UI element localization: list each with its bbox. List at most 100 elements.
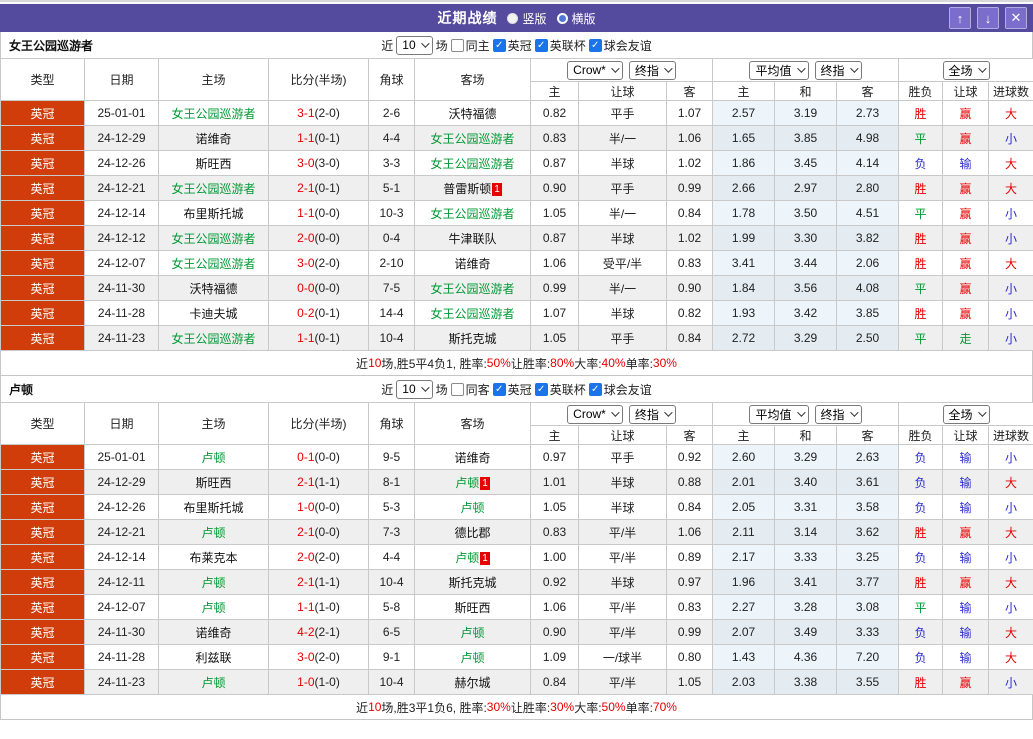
- home-team-cell[interactable]: 女王公园巡游者: [158, 250, 269, 276]
- away-team-cell[interactable]: 牛津联队: [414, 225, 531, 251]
- home-team-cell[interactable]: 卢顿: [158, 594, 269, 620]
- home-team-cell[interactable]: 诺维奇: [158, 619, 269, 645]
- team-name[interactable]: 布里斯托城: [183, 501, 243, 515]
- team-name[interactable]: 卡迪夫城: [189, 307, 237, 321]
- home-team-cell[interactable]: 诺维奇: [158, 125, 269, 151]
- away-team-cell[interactable]: 女王公园巡游者: [414, 275, 531, 301]
- scroll-down-button[interactable]: ↓: [977, 7, 999, 29]
- team-name[interactable]: 德比郡: [454, 526, 490, 540]
- away-team-cell[interactable]: 卢顿 1: [414, 544, 531, 570]
- league-checkbox-friendly[interactable]: ✓ 球会友谊: [588, 37, 652, 54]
- team-name[interactable]: 沃特福德: [189, 282, 237, 296]
- away-team-cell[interactable]: 斯托克城: [414, 325, 531, 351]
- scroll-up-button[interactable]: ↑: [949, 7, 971, 29]
- home-team-cell[interactable]: 斯旺西: [158, 150, 269, 176]
- team-name[interactable]: 女王公园巡游者: [171, 232, 255, 246]
- home-team-cell[interactable]: 布里斯托城: [158, 200, 269, 226]
- layout-horizontal-radio[interactable]: 横版: [556, 10, 596, 27]
- team-name[interactable]: 诺维奇: [195, 626, 231, 640]
- away-team-cell[interactable]: 卢顿 1: [414, 469, 531, 495]
- odds-stage-select[interactable]: 终指: [628, 404, 676, 424]
- team-name[interactable]: 卢顿: [460, 626, 484, 640]
- league-checkbox-championship[interactable]: ✓ 英冠: [492, 381, 532, 398]
- scope-select[interactable]: 全场: [942, 404, 990, 424]
- team-name[interactable]: 女王公园巡游者: [171, 332, 255, 346]
- team-name[interactable]: 女王公园巡游者: [430, 282, 514, 296]
- away-team-cell[interactable]: 卢顿: [414, 619, 531, 645]
- team-name[interactable]: 女王公园巡游者: [171, 107, 255, 121]
- home-team-cell[interactable]: 卢顿: [158, 444, 269, 470]
- home-team-cell[interactable]: 女王公园巡游者: [158, 225, 269, 251]
- league-checkbox-championship[interactable]: ✓ 英冠: [492, 37, 532, 54]
- team-name[interactable]: 女王公园巡游者: [171, 257, 255, 271]
- away-team-cell[interactable]: 沃特福德: [414, 100, 531, 126]
- home-team-cell[interactable]: 女王公园巡游者: [158, 100, 269, 126]
- home-team-cell[interactable]: 沃特福德: [158, 275, 269, 301]
- team-name[interactable]: 斯旺西: [195, 476, 231, 490]
- team-name[interactable]: 诺维奇: [195, 132, 231, 146]
- away-team-cell[interactable]: 斯托克城: [414, 569, 531, 595]
- team-name[interactable]: 卢顿: [455, 551, 479, 565]
- league-checkbox-efl-cup[interactable]: ✓ 英联杯: [534, 37, 586, 54]
- away-team-cell[interactable]: 普雷斯顿 1: [414, 175, 531, 201]
- team-name[interactable]: 女王公园巡游者: [171, 182, 255, 196]
- away-team-cell[interactable]: 女王公园巡游者: [414, 125, 531, 151]
- same-venue-checkbox[interactable]: 同主: [450, 37, 490, 54]
- team-name[interactable]: 斯托克城: [448, 332, 496, 346]
- home-team-cell[interactable]: 卡迪夫城: [158, 300, 269, 326]
- home-team-cell[interactable]: 卢顿: [158, 569, 269, 595]
- home-team-cell[interactable]: 布莱克本: [158, 544, 269, 570]
- same-venue-checkbox[interactable]: 同客: [450, 381, 490, 398]
- match-count-select[interactable]: 10: [396, 379, 433, 399]
- scope-select[interactable]: 全场: [942, 60, 990, 80]
- away-team-cell[interactable]: 赫尔城: [414, 669, 531, 695]
- bookmaker-select[interactable]: Crow*: [567, 60, 623, 80]
- team-name[interactable]: 诺维奇: [454, 451, 490, 465]
- home-team-cell[interactable]: 利兹联: [158, 644, 269, 670]
- avg-select[interactable]: 平均值: [749, 404, 809, 424]
- team-name[interactable]: 布莱克本: [189, 551, 237, 565]
- team-name[interactable]: 斯旺西: [454, 601, 490, 615]
- team-name[interactable]: 卢顿: [460, 501, 484, 515]
- team-name[interactable]: 卢顿: [455, 476, 479, 490]
- team-name[interactable]: 赫尔城: [454, 676, 490, 690]
- team-name[interactable]: 诺维奇: [454, 257, 490, 271]
- team-name[interactable]: 斯旺西: [195, 157, 231, 171]
- league-checkbox-efl-cup[interactable]: ✓ 英联杯: [534, 381, 586, 398]
- away-team-cell[interactable]: 女王公园巡游者: [414, 300, 531, 326]
- team-name[interactable]: 女王公园巡游者: [430, 307, 514, 321]
- close-button[interactable]: ✕: [1005, 7, 1027, 29]
- section-team-name[interactable]: 卢顿: [9, 381, 33, 398]
- avg-stage-select[interactable]: 终指: [814, 404, 862, 424]
- team-name[interactable]: 牛津联队: [448, 232, 496, 246]
- away-team-cell[interactable]: 卢顿: [414, 494, 531, 520]
- away-team-cell[interactable]: 卢顿: [414, 644, 531, 670]
- layout-vertical-radio[interactable]: 竖版: [507, 10, 547, 27]
- league-checkbox-friendly[interactable]: ✓ 球会友谊: [588, 381, 652, 398]
- team-name[interactable]: 布里斯托城: [183, 207, 243, 221]
- away-team-cell[interactable]: 诺维奇: [414, 250, 531, 276]
- home-team-cell[interactable]: 卢顿: [158, 519, 269, 545]
- team-name[interactable]: 沃特福德: [448, 107, 496, 121]
- team-name[interactable]: 利兹联: [195, 651, 231, 665]
- home-team-cell[interactable]: 斯旺西: [158, 469, 269, 495]
- away-team-cell[interactable]: 斯旺西: [414, 594, 531, 620]
- avg-select[interactable]: 平均值: [749, 60, 809, 80]
- team-name[interactable]: 女王公园巡游者: [430, 157, 514, 171]
- match-count-select[interactable]: 10: [396, 35, 433, 55]
- bookmaker-select[interactable]: Crow*: [567, 404, 623, 424]
- team-name[interactable]: 卢顿: [201, 601, 225, 615]
- team-name[interactable]: 女王公园巡游者: [430, 132, 514, 146]
- section-team-name[interactable]: 女王公园巡游者: [9, 37, 93, 54]
- home-team-cell[interactable]: 女王公园巡游者: [158, 325, 269, 351]
- away-team-cell[interactable]: 诺维奇: [414, 444, 531, 470]
- odds-stage-select[interactable]: 终指: [628, 60, 676, 80]
- team-name[interactable]: 卢顿: [201, 576, 225, 590]
- away-team-cell[interactable]: 德比郡: [414, 519, 531, 545]
- away-team-cell[interactable]: 女王公园巡游者: [414, 200, 531, 226]
- team-name[interactable]: 卢顿: [201, 526, 225, 540]
- away-team-cell[interactable]: 女王公园巡游者: [414, 150, 531, 176]
- team-name[interactable]: 卢顿: [201, 676, 225, 690]
- team-name[interactable]: 卢顿: [460, 651, 484, 665]
- team-name[interactable]: 女王公园巡游者: [430, 207, 514, 221]
